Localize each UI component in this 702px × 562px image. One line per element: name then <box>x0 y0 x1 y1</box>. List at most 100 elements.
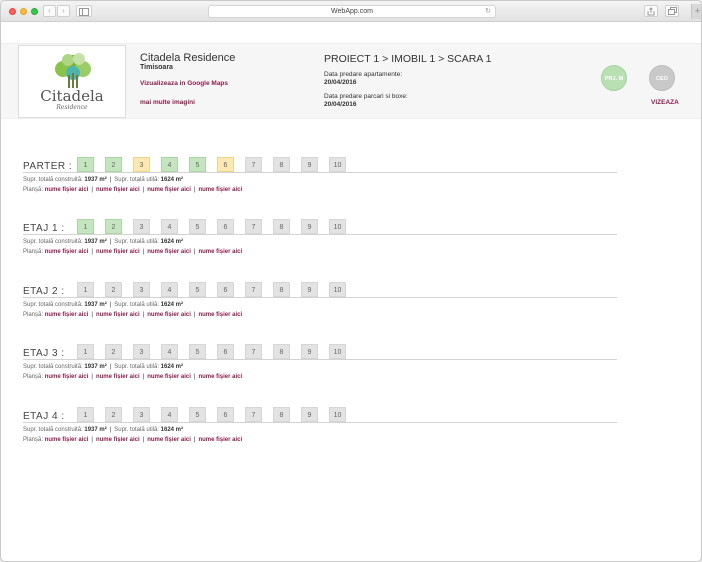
floor-title: ETAJ 2 : <box>23 286 65 297</box>
plan-file-link[interactable]: nume fișier aici <box>96 437 140 443</box>
sidebar-toggle-button[interactable] <box>76 5 92 17</box>
apartment-unit-button[interactable]: 3 <box>133 344 150 359</box>
apartment-unit-button[interactable]: 9 <box>301 407 318 422</box>
total-built-label: Supr. totală construită: <box>23 239 83 245</box>
apartment-unit-button[interactable]: 9 <box>301 282 318 297</box>
plan-file-link[interactable]: nume fișier aici <box>45 187 89 193</box>
new-tab-button[interactable]: + <box>691 4 701 19</box>
apartment-unit-button[interactable]: 9 <box>301 219 318 234</box>
apartment-unit-button[interactable]: 2 <box>105 407 122 422</box>
apartment-unit-button[interactable]: 10 <box>329 282 346 297</box>
apartment-unit-button[interactable]: 10 <box>329 407 346 422</box>
apartment-unit-button[interactable]: 4 <box>161 157 178 172</box>
apartment-unit-button[interactable]: 9 <box>301 157 318 172</box>
approve-link[interactable]: VIZEAZA <box>651 99 679 106</box>
apartment-unit-button[interactable]: 3 <box>133 157 150 172</box>
apartment-unit-button[interactable]: 9 <box>301 344 318 359</box>
plan-label: Planșă: <box>23 312 44 318</box>
separator: | <box>91 437 93 443</box>
back-button[interactable]: ‹ <box>43 5 56 17</box>
plan-file-link[interactable]: nume fișier aici <box>147 249 191 255</box>
plan-file-link[interactable]: nume fișier aici <box>96 249 140 255</box>
apartment-unit-button[interactable]: 7 <box>245 344 262 359</box>
separator: | <box>91 249 93 255</box>
reload-icon[interactable]: ↻ <box>485 6 491 17</box>
apartment-unit-button[interactable]: 8 <box>273 344 290 359</box>
apartment-unit-button[interactable]: 3 <box>133 407 150 422</box>
apartment-unit-button[interactable]: 2 <box>105 344 122 359</box>
apartment-unit-button[interactable]: 6 <box>217 219 234 234</box>
forward-button[interactable]: › <box>57 5 70 17</box>
apartment-unit-button[interactable]: 1 <box>77 219 94 234</box>
apartment-unit-button[interactable]: 10 <box>329 219 346 234</box>
plan-file-link[interactable]: nume fișier aici <box>198 187 242 193</box>
browser-titlebar: ‹ › WebApp.com ↻ + <box>1 1 701 22</box>
ceo-avatar[interactable]: CEO <box>649 65 675 91</box>
apartment-unit-button[interactable]: 5 <box>189 407 206 422</box>
apartment-unit-button[interactable]: 2 <box>105 282 122 297</box>
apartment-unit-button[interactable]: 4 <box>161 282 178 297</box>
apartment-unit-button[interactable]: 8 <box>273 157 290 172</box>
plan-file-link[interactable]: nume fișier aici <box>198 437 242 443</box>
apartment-unit-button[interactable]: 3 <box>133 219 150 234</box>
apartment-unit-button[interactable]: 6 <box>217 344 234 359</box>
plan-file-link[interactable]: nume fișier aici <box>96 312 140 318</box>
plan-file-link[interactable]: nume fișier aici <box>198 312 242 318</box>
apartment-unit-button[interactable]: 6 <box>217 282 234 297</box>
floor-plan-files: Planșă: nume fișier aici | nume fișier aic… <box>23 249 242 255</box>
apartment-unit-button[interactable]: 5 <box>189 344 206 359</box>
share-button[interactable] <box>644 5 658 17</box>
apartment-unit-button[interactable]: 3 <box>133 282 150 297</box>
apartment-unit-button[interactable]: 8 <box>273 219 290 234</box>
apartment-unit-button[interactable]: 2 <box>105 219 122 234</box>
apartment-unit-button[interactable]: 7 <box>245 219 262 234</box>
apartment-unit-button[interactable]: 7 <box>245 407 262 422</box>
total-useful-label: Supr. totală utilă: <box>114 302 159 308</box>
apartment-unit-button[interactable]: 6 <box>217 157 234 172</box>
apartment-unit-button[interactable]: 10 <box>329 157 346 172</box>
plan-file-link[interactable]: nume fișier aici <box>96 374 140 380</box>
minimize-window-button[interactable] <box>20 8 27 15</box>
apartment-unit-button[interactable]: 8 <box>273 282 290 297</box>
total-built-value: 1937 m² <box>84 177 107 183</box>
apartment-unit-button[interactable]: 1 <box>77 157 94 172</box>
apartment-unit-button[interactable]: 6 <box>217 407 234 422</box>
plan-file-link[interactable]: nume fișier aici <box>45 437 89 443</box>
plan-file-link[interactable]: nume fișier aici <box>147 312 191 318</box>
plan-file-link[interactable]: nume fișier aici <box>45 374 89 380</box>
google-maps-link[interactable]: Vizualizeaza in Google Maps <box>140 80 228 87</box>
apartment-unit-button[interactable]: 1 <box>77 407 94 422</box>
more-images-link[interactable]: mai multe imagini <box>140 99 195 106</box>
plan-file-link[interactable]: nume fișier aici <box>96 187 140 193</box>
apartment-unit-button[interactable]: 5 <box>189 157 206 172</box>
project-manager-avatar[interactable]: PRJ. M <box>601 65 627 91</box>
plan-file-link[interactable]: nume fișier aici <box>45 312 89 318</box>
zoom-window-button[interactable] <box>31 8 38 15</box>
tabs-icon <box>667 7 677 15</box>
plan-file-link[interactable]: nume fișier aici <box>198 249 242 255</box>
plan-file-link[interactable]: nume fișier aici <box>147 374 191 380</box>
apartment-unit-button[interactable]: 4 <box>161 344 178 359</box>
address-bar[interactable]: WebApp.com ↻ <box>208 5 496 18</box>
plan-file-link[interactable]: nume fișier aici <box>147 437 191 443</box>
apartment-unit-button[interactable]: 1 <box>77 344 94 359</box>
plan-file-link[interactable]: nume fișier aici <box>147 187 191 193</box>
plan-file-link[interactable]: nume fișier aici <box>198 374 242 380</box>
plan-file-link[interactable]: nume fișier aici <box>45 249 89 255</box>
apartment-unit-button[interactable]: 1 <box>77 282 94 297</box>
apartment-unit-button[interactable]: 5 <box>189 282 206 297</box>
tabs-overview-button[interactable] <box>665 5 679 17</box>
logo-subtitle: Residence <box>56 104 88 111</box>
apartment-unit-button[interactable]: 10 <box>329 344 346 359</box>
apartment-unit-button[interactable]: 8 <box>273 407 290 422</box>
project-city: Timisoara <box>140 64 173 71</box>
apartment-unit-button[interactable]: 4 <box>161 219 178 234</box>
total-useful-label: Supr. totală utilă: <box>114 177 159 183</box>
apartment-unit-button[interactable]: 7 <box>245 157 262 172</box>
close-window-button[interactable] <box>9 8 16 15</box>
apartment-unit-button[interactable]: 5 <box>189 219 206 234</box>
apartment-unit-button[interactable]: 2 <box>105 157 122 172</box>
separator: | <box>109 177 112 183</box>
apartment-unit-button[interactable]: 7 <box>245 282 262 297</box>
apartment-unit-button[interactable]: 4 <box>161 407 178 422</box>
